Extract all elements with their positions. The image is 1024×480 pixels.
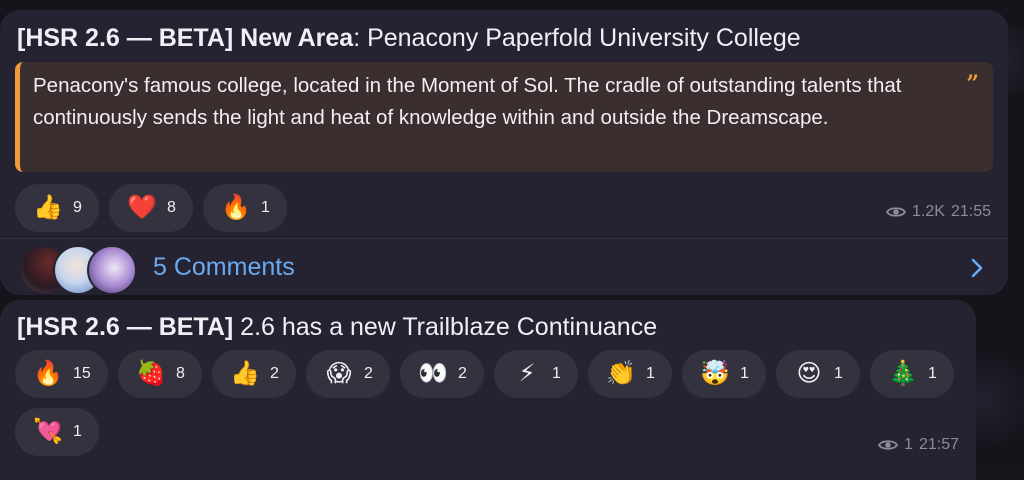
reaction-clapping-hands[interactable]: 👏 1	[588, 350, 672, 398]
post-meta: 1.2K 21:55	[886, 203, 991, 221]
comments-label: 5 Comments	[153, 253, 295, 282]
reaction-eyes[interactable]: 👀 2	[400, 350, 484, 398]
heart-eyes-icon: 😍	[792, 362, 826, 386]
reaction-count: 2	[270, 365, 279, 383]
reaction-fire[interactable]: 🔥 15	[15, 350, 108, 398]
eye-icon	[886, 205, 906, 219]
post-time: 21:57	[919, 436, 959, 454]
screaming-face-icon: 😱	[322, 362, 356, 386]
strawberry-icon: 🍓	[134, 362, 168, 386]
reaction-count: 1	[740, 365, 749, 383]
heart-icon: ❤️	[125, 196, 159, 220]
post-title-text: 2.6 has a new Trailblaze Continuance	[233, 313, 657, 341]
reaction-fire[interactable]: 🔥 1	[203, 184, 287, 232]
channel-post[interactable]: [HSR 2.6 — BETA] New Area: Penacony Pape…	[0, 10, 1008, 295]
reaction-count: 1	[928, 365, 937, 383]
reaction-heart-arrow[interactable]: 💘 1	[15, 408, 99, 456]
channel-post[interactable]: [HSR 2.6 — BETA] 2.6 has a new Trailblaz…	[0, 300, 976, 480]
quote-text: Penacony's famous college, located in th…	[33, 74, 901, 129]
eye-icon	[878, 438, 898, 452]
thumbs-up-icon: 👍	[228, 362, 262, 386]
post-meta: 1 21:57	[878, 436, 959, 454]
comments-button[interactable]: 5 Comments	[0, 239, 1008, 295]
reaction-thumbs-up[interactable]: 👍 2	[212, 350, 296, 398]
lightning-icon: ⚡	[510, 362, 544, 386]
heart-arrow-icon: 💘	[31, 420, 65, 444]
reaction-count: 1	[261, 199, 270, 217]
avatar	[87, 245, 137, 295]
reaction-count: 1	[834, 365, 843, 383]
thumbs-up-icon: 👍	[31, 196, 65, 220]
reaction-count: 8	[176, 365, 185, 383]
post-time: 21:55	[951, 203, 991, 221]
chevron-right-icon	[970, 258, 984, 278]
reaction-lightning[interactable]: ⚡ 1	[494, 350, 578, 398]
post-title-tag: [HSR 2.6 — BETA] New Area	[17, 24, 353, 52]
view-count: 1.2K	[912, 203, 945, 221]
quote-icon: ”	[966, 68, 979, 100]
fire-icon: 🔥	[219, 196, 253, 220]
view-count: 1	[904, 436, 913, 454]
eyes-icon: 👀	[416, 362, 450, 386]
commenter-avatars	[19, 245, 139, 293]
post-title: [HSR 2.6 — BETA] New Area: Penacony Pape…	[17, 23, 801, 53]
reaction-count: 9	[73, 199, 82, 217]
reaction-exploding-head[interactable]: 🤯 1	[682, 350, 766, 398]
reaction-count: 1	[73, 423, 82, 441]
reaction-heart[interactable]: ❤️ 8	[109, 184, 193, 232]
reaction-thumbs-up[interactable]: 👍 9	[15, 184, 99, 232]
clapping-hands-icon: 👏	[604, 362, 638, 386]
christmas-tree-icon: 🎄	[886, 362, 920, 386]
post-title: [HSR 2.6 — BETA] 2.6 has a new Trailblaz…	[17, 312, 657, 342]
post-title-tag: [HSR 2.6 — BETA]	[17, 313, 233, 341]
exploding-head-icon: 🤯	[698, 362, 732, 386]
post-title-text: : Penacony Paperfold University College	[353, 24, 800, 52]
reaction-count: 2	[458, 365, 467, 383]
reaction-strawberry[interactable]: 🍓 8	[118, 350, 202, 398]
reaction-heart-eyes[interactable]: 😍 1	[776, 350, 860, 398]
blockquote: Penacony's famous college, located in th…	[15, 62, 993, 172]
reaction-christmas-tree[interactable]: 🎄 1	[870, 350, 954, 398]
reaction-count: 15	[73, 365, 91, 383]
reaction-count: 1	[552, 365, 561, 383]
reaction-count: 2	[364, 365, 373, 383]
reaction-screaming-face[interactable]: 😱 2	[306, 350, 390, 398]
reaction-count: 8	[167, 199, 176, 217]
reaction-count: 1	[646, 365, 655, 383]
fire-icon: 🔥	[31, 362, 65, 386]
